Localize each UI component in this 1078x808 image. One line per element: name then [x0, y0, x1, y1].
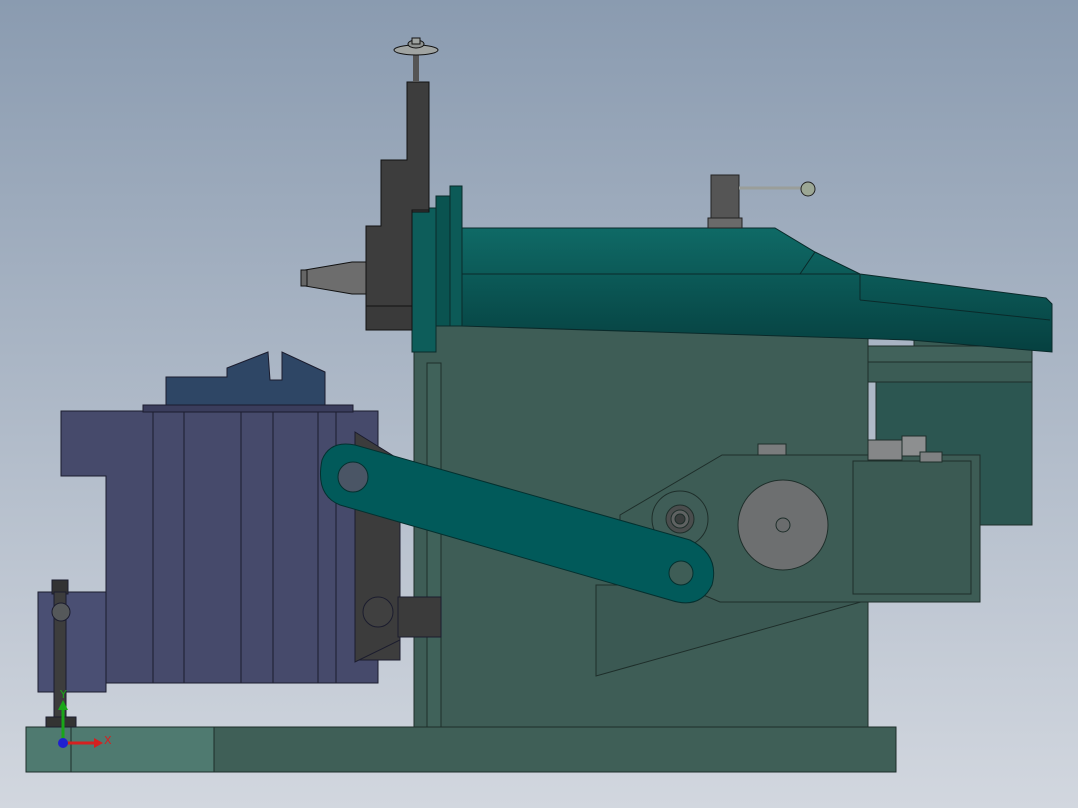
cross-rail-bolt-icon — [362, 596, 394, 628]
rocker-slider-pin-icon — [668, 560, 694, 586]
tool-slide-bottom — [365, 305, 413, 331]
support-post — [37, 591, 107, 693]
triad-y-label: Y — [59, 688, 67, 701]
downfeed-handwheel-cap — [411, 37, 421, 45]
model-canvas[interactable]: X Y — [0, 0, 1078, 808]
pinion-center — [674, 513, 686, 525]
ram-front-flange-b — [435, 195, 451, 327]
cad-viewport[interactable]: X Y — [0, 0, 1078, 808]
column-guide-strip — [426, 362, 442, 728]
cross-rail-block — [397, 596, 442, 638]
rocker-pivot-icon — [337, 461, 369, 493]
base-plate[interactable] — [25, 726, 897, 773]
lever-base-foot — [707, 217, 743, 229]
base-plate-main — [213, 726, 897, 773]
ram-front-flange-c — [449, 185, 463, 327]
gear-housing-cap-d — [919, 451, 943, 463]
vise-top-strip — [142, 404, 354, 413]
lever-knob-icon[interactable] — [800, 181, 816, 197]
gear-housing-box — [852, 460, 972, 595]
base-plate-left — [25, 726, 215, 773]
support-post-foot — [45, 716, 77, 728]
support-post-knob-icon[interactable] — [51, 602, 71, 622]
triad-x-label: X — [104, 734, 112, 747]
tool-post-tip — [300, 269, 308, 287]
lever-base — [710, 174, 740, 224]
bull-gear-hub — [775, 517, 791, 533]
triad-z-axis-icon — [58, 738, 68, 748]
gear-housing-cap-a — [757, 443, 787, 456]
ram-front-flange-a — [411, 207, 437, 353]
side-top-rail — [867, 361, 1033, 383]
gear-housing-cap-b — [867, 439, 903, 461]
